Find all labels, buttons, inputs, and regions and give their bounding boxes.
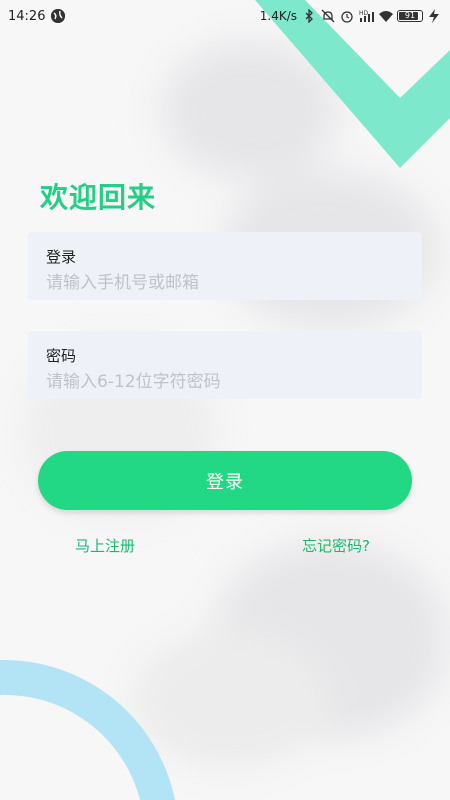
password-field[interactable]: 密码 xyxy=(28,331,422,399)
status-bar: 14:26 1.4K/s HD 91 xyxy=(0,0,450,32)
alarm-icon xyxy=(340,9,354,23)
svg-text:HD: HD xyxy=(359,10,369,17)
register-link[interactable]: 马上注册 xyxy=(75,535,135,556)
forgot-password-link[interactable]: 忘记密码? xyxy=(302,535,370,556)
account-label: 登录 xyxy=(46,248,77,266)
login-button[interactable]: 登录 xyxy=(38,451,412,510)
globe-icon xyxy=(51,9,66,23)
wifi-icon xyxy=(378,9,393,23)
battery-icon: 91 xyxy=(397,10,423,22)
battery-level: 91 xyxy=(404,11,416,20)
mute-icon xyxy=(321,9,335,23)
charging-icon xyxy=(428,9,442,23)
login-screen: 欢迎回来 登录 密码 登录 马上注册 忘记密码? xyxy=(0,0,450,800)
account-input[interactable] xyxy=(46,272,406,294)
account-field[interactable]: 登录 xyxy=(28,232,422,300)
password-input[interactable] xyxy=(46,371,406,393)
password-label: 密码 xyxy=(46,347,77,365)
clock-time: 14:26 xyxy=(8,8,46,24)
network-speed: 1.4K/s xyxy=(259,9,297,23)
welcome-title: 欢迎回来 xyxy=(40,181,157,214)
bluetooth-icon xyxy=(302,8,316,24)
hd-signal-icon: HD xyxy=(359,9,374,23)
